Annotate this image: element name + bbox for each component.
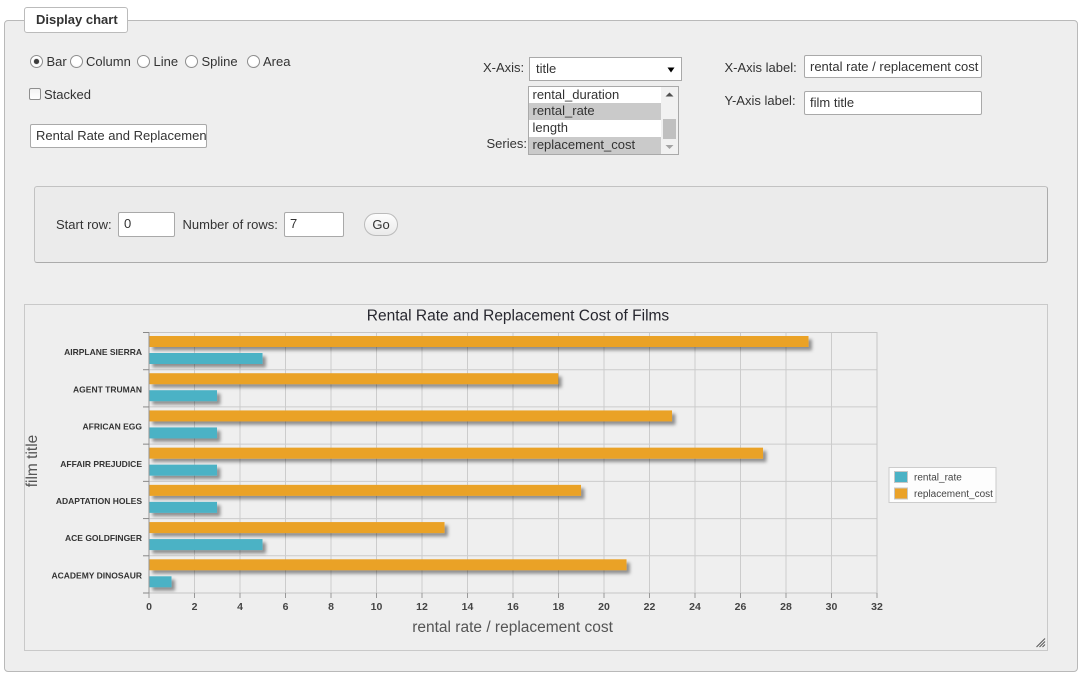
svg-text:18: 18 bbox=[553, 601, 565, 613]
svg-text:10: 10 bbox=[371, 601, 383, 613]
svg-text:AIRPLANE SIERRA: AIRPLANE SIERRA bbox=[64, 347, 142, 357]
svg-text:24: 24 bbox=[689, 601, 701, 613]
svg-text:6: 6 bbox=[283, 601, 289, 613]
svg-text:2: 2 bbox=[192, 601, 198, 613]
svg-text:AFRICAN EGG: AFRICAN EGG bbox=[83, 422, 143, 432]
svg-text:26: 26 bbox=[735, 601, 747, 613]
svg-text:Rental Rate and Replacement Co: Rental Rate and Replacement Cost of Film… bbox=[367, 308, 670, 325]
svg-text:AFFAIR PREJUDICE: AFFAIR PREJUDICE bbox=[60, 459, 142, 469]
svg-text:rental_rate: rental_rate bbox=[914, 473, 962, 484]
svg-text:ACADEMY DINOSAUR: ACADEMY DINOSAUR bbox=[51, 570, 142, 580]
svg-text:film title: film title bbox=[25, 435, 41, 488]
svg-text:12: 12 bbox=[416, 601, 428, 613]
svg-text:replacement_cost: replacement_cost bbox=[914, 489, 993, 500]
svg-text:4: 4 bbox=[237, 601, 243, 613]
svg-text:AGENT TRUMAN: AGENT TRUMAN bbox=[73, 384, 142, 394]
svg-text:22: 22 bbox=[644, 601, 656, 613]
svg-text:30: 30 bbox=[826, 601, 838, 613]
svg-text:14: 14 bbox=[462, 601, 474, 613]
svg-text:ACE GOLDFINGER: ACE GOLDFINGER bbox=[65, 533, 142, 543]
svg-text:16: 16 bbox=[507, 601, 519, 613]
svg-text:rental rate / replacement cost: rental rate / replacement cost bbox=[412, 619, 613, 636]
svg-text:20: 20 bbox=[598, 601, 610, 613]
svg-text:8: 8 bbox=[328, 601, 334, 613]
svg-text:ADAPTATION HOLES: ADAPTATION HOLES bbox=[56, 496, 142, 506]
svg-text:28: 28 bbox=[780, 601, 792, 613]
svg-text:32: 32 bbox=[871, 601, 883, 613]
svg-text:0: 0 bbox=[146, 601, 152, 613]
